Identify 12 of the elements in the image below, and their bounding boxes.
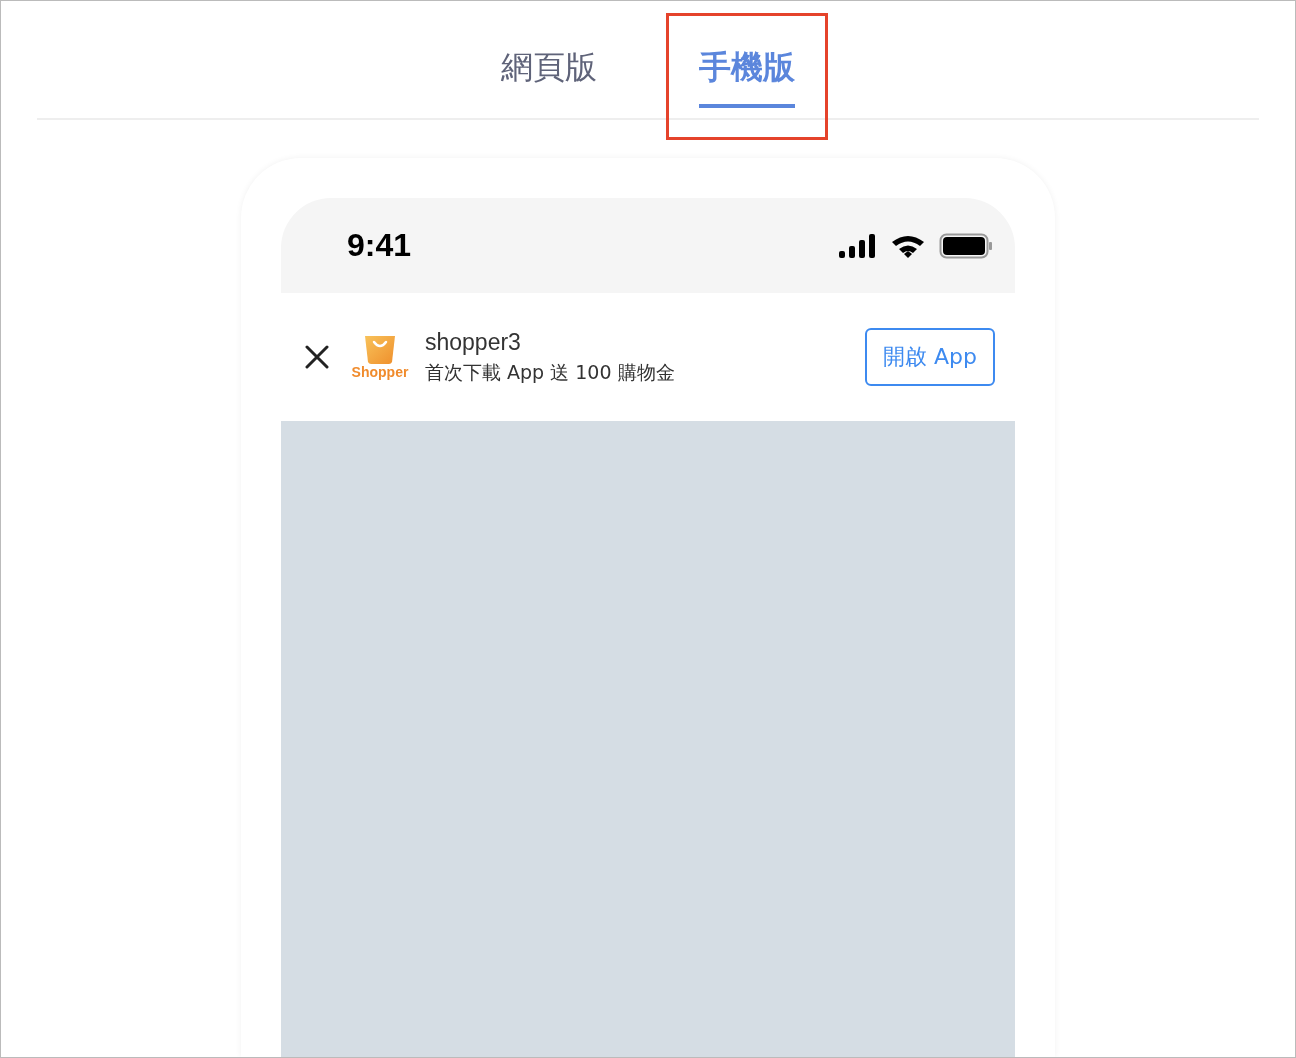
logo-label: Shopper [351, 364, 409, 380]
battery-icon [939, 232, 993, 259]
close-icon[interactable] [305, 345, 329, 369]
tab[interactable]: 手機版 [699, 16, 795, 108]
promo-text: 首次下載 App 送 100 購物金 [425, 359, 676, 385]
app-name: shopper3 [425, 328, 522, 356]
wifi-icon [891, 233, 925, 258]
shopping-bag-icon [364, 334, 396, 364]
tab[interactable]: 網頁版 [501, 16, 597, 108]
signal-icon [839, 233, 877, 258]
status-time: 9:41 [347, 227, 412, 264]
open-app-button[interactable]: 開啟 App [865, 328, 995, 386]
